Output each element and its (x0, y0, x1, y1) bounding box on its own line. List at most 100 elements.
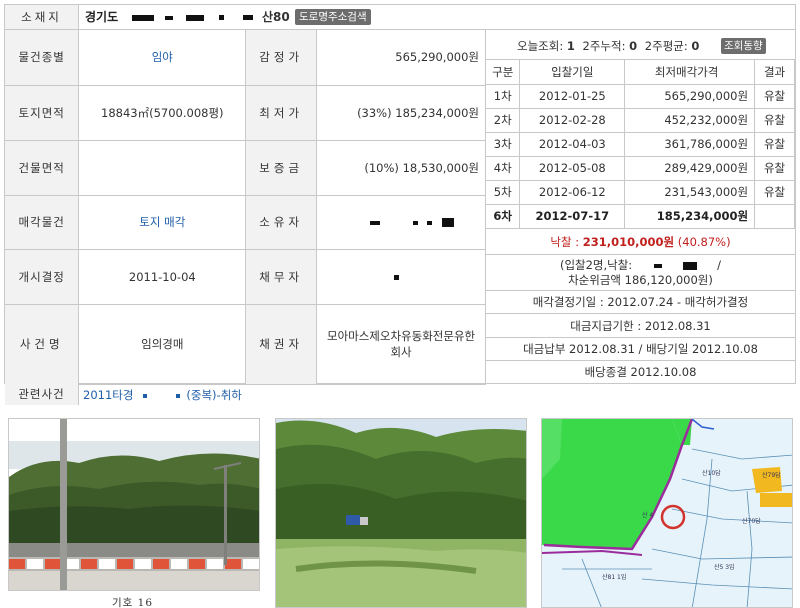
auction-detail-panel: 소재지 경기도 산80 도로명주소검색 물건종별 임야 감정가 565,290,… (4, 4, 796, 405)
bid-row: 2차 2012-02-28 452,232,000원 유찰 (486, 108, 795, 133)
redaction-mark (132, 14, 155, 21)
cadastral-map[interactable]: 산 4 산10답 산70답 산79답 산81 1임 산5 3임 (541, 418, 793, 608)
svg-text:산81 1임: 산81 1임 (602, 573, 626, 581)
bid-date: 2012-06-12 (519, 180, 626, 205)
redaction-mark (370, 220, 381, 225)
svg-text:산10답: 산10답 (702, 469, 721, 477)
bidders-line: (입찰2명,낙찰: / (486, 258, 795, 273)
address-value: 경기도 (85, 5, 256, 29)
svg-text:산5 3임: 산5 3임 (714, 563, 735, 571)
bid-history-panel: 오늘조회: 1 2주누적: 0 2주평균: 0 조회동향 구분 입찰기일 최저매… (486, 30, 795, 384)
view-stats-text: 오늘조회: 1 2주누적: 0 2주평균: 0 (517, 38, 703, 54)
address-row: 소재지 경기도 산80 도로명주소검색 (5, 5, 795, 30)
two-week-average-label: 2주평균: (644, 39, 688, 53)
creditor-label: 채권자 (245, 304, 318, 385)
bid-date: 2012-05-08 (519, 156, 626, 181)
today-value: 1 (566, 39, 575, 53)
bid-row: 1차 2012-01-25 565,290,000원 유찰 (486, 84, 795, 109)
sale-decision-row: 매각결정기일 : 2012.07.24 - 매각허가결정 (486, 291, 795, 314)
bid-result: 유찰 (754, 156, 795, 181)
site-photo-road[interactable] (8, 418, 260, 591)
detail-row: 매각물건 토지 매각 소유자 (5, 195, 486, 250)
svg-text:산 4: 산 4 (642, 511, 653, 519)
two-week-total-label: 2주누적: (582, 39, 626, 53)
bid-round: 6차 (486, 204, 521, 229)
related-case-tail: (중복)-취하 (186, 388, 242, 402)
second-bid-line: 차순위금액 186,120,000원) (568, 273, 713, 287)
debtor-label: 채무자 (245, 249, 318, 305)
property-type-label: 물건종별 (5, 30, 80, 86)
svg-text:산70답: 산70답 (742, 517, 761, 525)
detail-row: 건물면적 보증금 (10%) 18,530,000원 (5, 140, 486, 196)
bid-row: 3차 2012-04-03 361,786,000원 유찰 (486, 132, 795, 157)
deposit-value: (10%) 18,530,000원 (316, 140, 486, 196)
related-case-link[interactable]: 2011타경 (중복)-취하 (83, 387, 242, 403)
bid-round: 4차 (486, 156, 521, 181)
sale-object-value[interactable]: 토지 매각 (78, 195, 247, 250)
bid-round: 5차 (486, 180, 521, 205)
case-name-label: 사건명 (5, 304, 80, 385)
redaction-mark (143, 393, 148, 398)
minimum-price-label: 최저가 (245, 85, 318, 141)
view-stats-bar: 오늘조회: 1 2주누적: 0 2주평균: 0 조회동향 (486, 30, 795, 60)
payment-row: 대금납부 2012.08.31 / 배당기일 2012.10.08 (486, 338, 795, 361)
building-area-value (78, 140, 247, 196)
minimum-price-value: (33%) 185,234,000원 (316, 85, 486, 141)
property-detail-table: 물건종별 임야 감정가 565,290,000원 토지면적 18843㎡(570… (5, 30, 486, 385)
bid-row-current: 6차 2012-07-17 185,234,000원 (486, 204, 795, 229)
detail-row: 사건명 임의경매 채권자 모아마스제오차유동화전문유한회사 (5, 304, 486, 385)
sale-result-row: 낙찰 : 231,010,000원 (40.87%) (486, 229, 795, 255)
two-week-average-value: 0 (691, 39, 700, 53)
redaction-mark (653, 263, 662, 268)
land-area-value: 18843㎡(5700.008평) (78, 85, 247, 141)
redaction-mark (164, 15, 173, 20)
redaction-mark (218, 15, 224, 20)
appraisal-value: 565,290,000원 (316, 30, 486, 86)
bid-result: 유찰 (754, 132, 795, 157)
two-week-total-value: 0 (629, 39, 638, 53)
debtor-value (316, 249, 486, 305)
cadastral-map-image: 산 4 산10답 산70답 산79답 산81 1임 산5 3임 (542, 419, 792, 607)
land-area-label: 토지면적 (5, 85, 80, 141)
redaction-mark (412, 220, 418, 225)
property-type-value[interactable]: 임야 (78, 30, 247, 86)
bid-result: 유찰 (754, 84, 795, 109)
site-photo-land[interactable] (275, 418, 527, 608)
bid-price: 231,543,000원 (624, 180, 756, 205)
sale-label: 낙찰 : (550, 235, 580, 249)
dividend-end-row: 배당종결 2012.10.08 (584, 365, 697, 379)
bid-round: 2차 (486, 108, 521, 133)
redaction-mark (185, 14, 204, 21)
detail-row: 토지면적 18843㎡(5700.008평) 최저가 (33%) 185,234… (5, 85, 486, 141)
address-suffix: 산80 (262, 10, 290, 24)
bid-date: 2012-04-03 (519, 132, 626, 157)
bid-table-header: 구분 입찰기일 최저매각가격 결과 (486, 60, 795, 85)
view-trend-button[interactable]: 조회동향 (721, 38, 766, 54)
bid-date: 2012-02-28 (519, 108, 626, 133)
building-area-label: 건물면적 (5, 140, 80, 196)
detail-row: 물건종별 임야 감정가 565,290,000원 (5, 30, 486, 86)
bid-round: 3차 (486, 132, 521, 157)
round-header: 구분 (486, 60, 521, 85)
redaction-mark (682, 261, 697, 270)
deposit-label: 보증금 (245, 140, 318, 196)
bid-date: 2012-07-17 (519, 204, 626, 229)
today-label: 오늘조회: (517, 39, 564, 53)
bid-row: 5차 2012-06-12 231,543,000원 유찰 (486, 180, 795, 205)
redaction-mark (394, 274, 400, 280)
address-prefix: 경기도 (85, 10, 119, 24)
related-case-text: 2011타경 (83, 388, 134, 402)
bid-price: 289,429,000원 (624, 156, 756, 181)
bid-price: 361,786,000원 (624, 132, 756, 157)
detail-row: 개시결정 2011-10-04 채무자 (5, 249, 486, 305)
bidders-info: (입찰2명,낙찰: / 차순위금액 186,120,000원) (486, 255, 795, 291)
bid-date-header: 입찰기일 (519, 60, 626, 85)
redaction-mark (442, 218, 455, 227)
result-header: 결과 (754, 60, 795, 85)
sale-rate: (40.87%) (677, 235, 731, 249)
redaction-mark (243, 15, 254, 20)
bid-result: 유찰 (754, 180, 795, 205)
bidders-tail: / (717, 258, 722, 272)
road-address-search-button[interactable]: 도로명주소검색 (295, 9, 371, 25)
bid-price: 185,234,000원 (624, 204, 756, 229)
